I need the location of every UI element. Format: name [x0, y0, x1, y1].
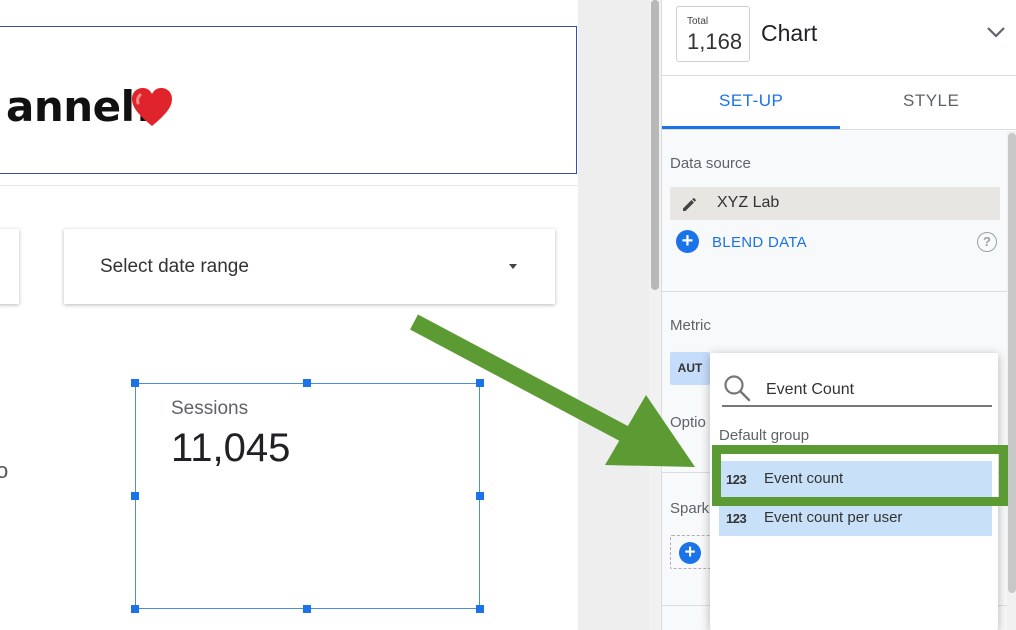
canvas-divider [0, 185, 578, 186]
report-canvas: annel! Select date range o Sessions 11,0… [0, 0, 578, 630]
date-range-label: Select date range [100, 256, 249, 277]
thumbnail-value: 1,168 [687, 29, 743, 54]
scorecard-label: Sessions [171, 398, 249, 419]
data-source-title: Data source [670, 155, 751, 172]
data-source-name: XYZ Lab [717, 194, 780, 211]
resize-handle[interactable] [303, 605, 311, 613]
pencil-icon[interactable] [680, 194, 700, 214]
canvas-scrollbar-thumb[interactable] [651, 0, 659, 290]
search-underline [722, 405, 992, 407]
resize-handle[interactable] [131, 492, 139, 500]
heart-icon [132, 88, 172, 126]
tab-setup[interactable]: SET-UP [719, 91, 783, 111]
date-range-control[interactable]: Select date range [64, 229, 555, 304]
option-label: Event count per user [764, 509, 903, 526]
number-type-icon: 123 [726, 511, 747, 526]
plus-icon: + [679, 542, 701, 564]
caret-down-icon [509, 264, 517, 269]
panel-scrollbar[interactable] [1007, 131, 1016, 630]
scorecard-value: 11,045 [171, 426, 291, 470]
resize-handle[interactable] [131, 379, 139, 387]
plus-icon[interactable]: + [676, 230, 699, 253]
resize-handle[interactable] [303, 379, 311, 387]
partial-text: o [0, 458, 9, 483]
search-icon [724, 375, 751, 402]
canvas-margin [578, 0, 648, 630]
thumbnail-label: Total [687, 16, 709, 27]
blend-data-button[interactable]: BLEND DATA [712, 234, 807, 251]
canvas-scrollbar[interactable] [649, 0, 661, 630]
resize-handle[interactable] [476, 492, 484, 500]
field-group-label: Default group [719, 427, 810, 444]
help-icon[interactable]: ? [977, 232, 997, 252]
metric-title: Metric [670, 317, 711, 334]
chart-type-label: Chart [761, 20, 818, 46]
data-source-row[interactable]: XYZ Lab [670, 187, 1000, 220]
scorecard-chart[interactable]: Sessions 11,045 [135, 383, 480, 609]
chart-thumbnail: Total 1,168 [676, 6, 750, 62]
tab-style[interactable]: STYLE [903, 91, 959, 111]
chevron-down-icon[interactable] [986, 24, 1006, 40]
resize-handle[interactable] [131, 605, 139, 613]
resize-handle[interactable] [476, 605, 484, 613]
resize-handle[interactable] [476, 379, 484, 387]
section-divider [662, 291, 1016, 292]
highlight-box [712, 445, 1008, 506]
metric-chip[interactable]: AUT [670, 352, 710, 385]
metric-search-input[interactable] [766, 377, 966, 403]
sparkline-title: Spark [670, 500, 710, 517]
optional-metrics-title: Optio [670, 414, 706, 431]
panel-tabs: SET-UP STYLE [662, 77, 1016, 130]
panel-scrollbar-thumb[interactable] [1008, 133, 1016, 593]
chart-type-selector[interactable]: Total 1,168 Chart [662, 0, 1016, 76]
filter-control[interactable] [0, 229, 19, 304]
active-tab-indicator [662, 126, 840, 129]
